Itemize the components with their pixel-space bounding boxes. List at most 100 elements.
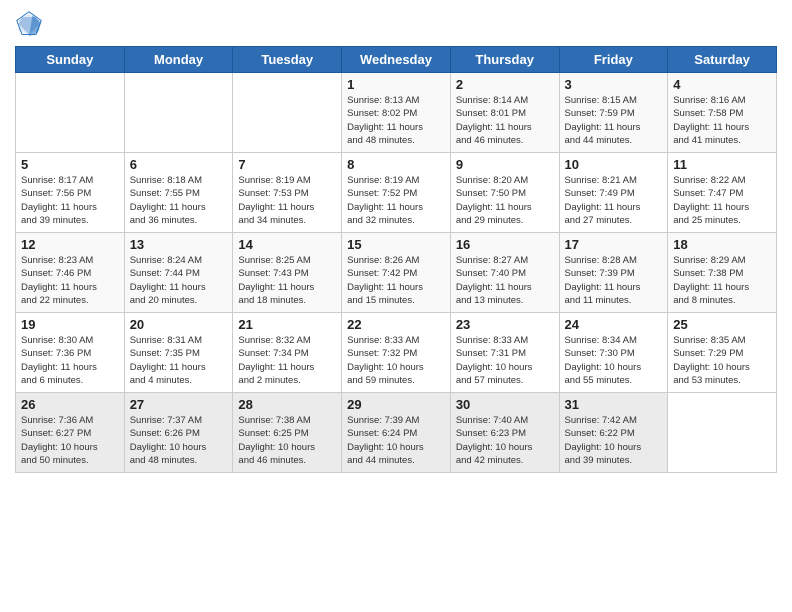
day-info: Sunrise: 8:34 AM Sunset: 7:30 PM Dayligh… [565,334,663,387]
day-number: 16 [456,237,554,252]
day-info: Sunrise: 8:14 AM Sunset: 8:01 PM Dayligh… [456,94,554,147]
calendar-day-cell [668,393,777,473]
calendar-table: SundayMondayTuesdayWednesdayThursdayFrid… [15,46,777,473]
day-number: 11 [673,157,771,172]
calendar-week-row: 12 Sunrise: 8:23 AM Sunset: 7:46 PM Dayli… [16,233,777,313]
day-number: 23 [456,317,554,332]
day-number: 5 [21,157,119,172]
calendar-header: SundayMondayTuesdayWednesdayThursdayFrid… [16,47,777,73]
day-number: 3 [565,77,663,92]
calendar-day-cell: 13 Sunrise: 8:24 AM Sunset: 7:44 PM Dayli… [124,233,233,313]
day-info: Sunrise: 8:15 AM Sunset: 7:59 PM Dayligh… [565,94,663,147]
calendar-day-cell: 21Sunrise: 8:32 AM Sunset: 7:34 PM Dayli… [233,313,342,393]
day-info: Sunrise: 8:31 AM Sunset: 7:35 PM Dayligh… [130,334,228,387]
calendar-day-cell: 2 Sunrise: 8:14 AM Sunset: 8:01 PM Daylig… [450,73,559,153]
calendar-day-cell: 28Sunrise: 7:38 AM Sunset: 6:25 PM Dayli… [233,393,342,473]
day-info: Sunrise: 8:29 AM Sunset: 7:38 PM Dayligh… [673,254,771,307]
day-number: 13 [130,237,228,252]
day-number: 12 [21,237,119,252]
day-number: 10 [565,157,663,172]
day-number: 21 [238,317,336,332]
calendar-week-row: 19 Sunrise: 8:30 AM Sunset: 7:36 PM Dayli… [16,313,777,393]
day-info: Sunrise: 8:18 AM Sunset: 7:55 PM Dayligh… [130,174,228,227]
day-info: Sunrise: 8:35 AM Sunset: 7:29 PM Dayligh… [673,334,771,387]
calendar-day-cell: 24 Sunrise: 8:34 AM Sunset: 7:30 PM Dayli… [559,313,668,393]
day-info: Sunrise: 8:26 AM Sunset: 7:42 PM Dayligh… [347,254,445,307]
day-number: 27 [130,397,228,412]
day-info: Sunrise: 7:40 AM Sunset: 6:23 PM Dayligh… [456,414,554,467]
day-info: Sunrise: 8:20 AM Sunset: 7:50 PM Dayligh… [456,174,554,227]
calendar-day-cell: 14 Sunrise: 8:25 AM Sunset: 7:43 PM Dayli… [233,233,342,313]
day-number: 15 [347,237,445,252]
page-container: SundayMondayTuesdayWednesdayThursdayFrid… [0,0,792,612]
calendar-day-cell: 1 Sunrise: 8:13 AM Sunset: 8:02 PM Daylig… [342,73,451,153]
calendar-day-cell: 10 Sunrise: 8:21 AM Sunset: 7:49 PM Dayli… [559,153,668,233]
day-number: 17 [565,237,663,252]
day-number: 9 [456,157,554,172]
weekday-header: Tuesday [233,47,342,73]
day-info: Sunrise: 8:19 AM Sunset: 7:53 PM Dayligh… [238,174,336,227]
calendar-week-row: 26 Sunrise: 7:36 AM Sunset: 6:27 PM Dayli… [16,393,777,473]
logo [15,10,47,38]
calendar-day-cell: 25 Sunrise: 8:35 AM Sunset: 7:29 PM Dayli… [668,313,777,393]
day-number: 1 [347,77,445,92]
day-info: Sunrise: 8:21 AM Sunset: 7:49 PM Dayligh… [565,174,663,227]
calendar-day-cell: 22 Sunrise: 8:33 AM Sunset: 7:32 PM Dayli… [342,313,451,393]
day-number: 6 [130,157,228,172]
calendar-day-cell: 19 Sunrise: 8:30 AM Sunset: 7:36 PM Dayli… [16,313,125,393]
calendar-day-cell: 11Sunrise: 8:22 AM Sunset: 7:47 PM Dayli… [668,153,777,233]
calendar-day-cell: 8 Sunrise: 8:19 AM Sunset: 7:52 PM Daylig… [342,153,451,233]
day-number: 8 [347,157,445,172]
day-info: Sunrise: 8:33 AM Sunset: 7:32 PM Dayligh… [347,334,445,387]
day-info: Sunrise: 7:42 AM Sunset: 6:22 PM Dayligh… [565,414,663,467]
day-number: 2 [456,77,554,92]
day-number: 22 [347,317,445,332]
calendar-day-cell: 29 Sunrise: 7:39 AM Sunset: 6:24 PM Dayli… [342,393,451,473]
day-number: 14 [238,237,336,252]
day-number: 26 [21,397,119,412]
day-info: Sunrise: 7:39 AM Sunset: 6:24 PM Dayligh… [347,414,445,467]
calendar-day-cell: 15 Sunrise: 8:26 AM Sunset: 7:42 PM Dayli… [342,233,451,313]
calendar-day-cell: 31Sunrise: 7:42 AM Sunset: 6:22 PM Dayli… [559,393,668,473]
day-info: Sunrise: 8:24 AM Sunset: 7:44 PM Dayligh… [130,254,228,307]
calendar-day-cell: 17 Sunrise: 8:28 AM Sunset: 7:39 PM Dayli… [559,233,668,313]
day-info: Sunrise: 7:37 AM Sunset: 6:26 PM Dayligh… [130,414,228,467]
day-number: 18 [673,237,771,252]
day-number: 7 [238,157,336,172]
calendar-day-cell: 6 Sunrise: 8:18 AM Sunset: 7:55 PM Daylig… [124,153,233,233]
day-number: 4 [673,77,771,92]
weekday-header: Thursday [450,47,559,73]
calendar-day-cell: 12 Sunrise: 8:23 AM Sunset: 7:46 PM Dayli… [16,233,125,313]
day-number: 24 [565,317,663,332]
day-number: 29 [347,397,445,412]
day-info: Sunrise: 8:17 AM Sunset: 7:56 PM Dayligh… [21,174,119,227]
calendar-day-cell: 4Sunrise: 8:16 AM Sunset: 7:58 PM Daylig… [668,73,777,153]
day-number: 28 [238,397,336,412]
weekday-header: Friday [559,47,668,73]
day-info: Sunrise: 7:36 AM Sunset: 6:27 PM Dayligh… [21,414,119,467]
day-info: Sunrise: 8:33 AM Sunset: 7:31 PM Dayligh… [456,334,554,387]
day-number: 19 [21,317,119,332]
day-info: Sunrise: 8:13 AM Sunset: 8:02 PM Dayligh… [347,94,445,147]
weekday-header: Sunday [16,47,125,73]
logo-icon [15,10,43,38]
day-info: Sunrise: 8:28 AM Sunset: 7:39 PM Dayligh… [565,254,663,307]
calendar-week-row: 1 Sunrise: 8:13 AM Sunset: 8:02 PM Daylig… [16,73,777,153]
day-info: Sunrise: 8:23 AM Sunset: 7:46 PM Dayligh… [21,254,119,307]
header [15,10,777,38]
weekday-row: SundayMondayTuesdayWednesdayThursdayFrid… [16,47,777,73]
day-number: 25 [673,317,771,332]
calendar-day-cell: 16Sunrise: 8:27 AM Sunset: 7:40 PM Dayli… [450,233,559,313]
calendar-day-cell: 20 Sunrise: 8:31 AM Sunset: 7:35 PM Dayli… [124,313,233,393]
calendar-day-cell: 26 Sunrise: 7:36 AM Sunset: 6:27 PM Dayli… [16,393,125,473]
weekday-header: Saturday [668,47,777,73]
day-info: Sunrise: 8:30 AM Sunset: 7:36 PM Dayligh… [21,334,119,387]
day-number: 20 [130,317,228,332]
calendar-day-cell [16,73,125,153]
day-info: Sunrise: 8:19 AM Sunset: 7:52 PM Dayligh… [347,174,445,227]
day-info: Sunrise: 8:25 AM Sunset: 7:43 PM Dayligh… [238,254,336,307]
calendar-day-cell: 3 Sunrise: 8:15 AM Sunset: 7:59 PM Daylig… [559,73,668,153]
calendar-day-cell [124,73,233,153]
weekday-header: Wednesday [342,47,451,73]
calendar-day-cell: 27 Sunrise: 7:37 AM Sunset: 6:26 PM Dayli… [124,393,233,473]
